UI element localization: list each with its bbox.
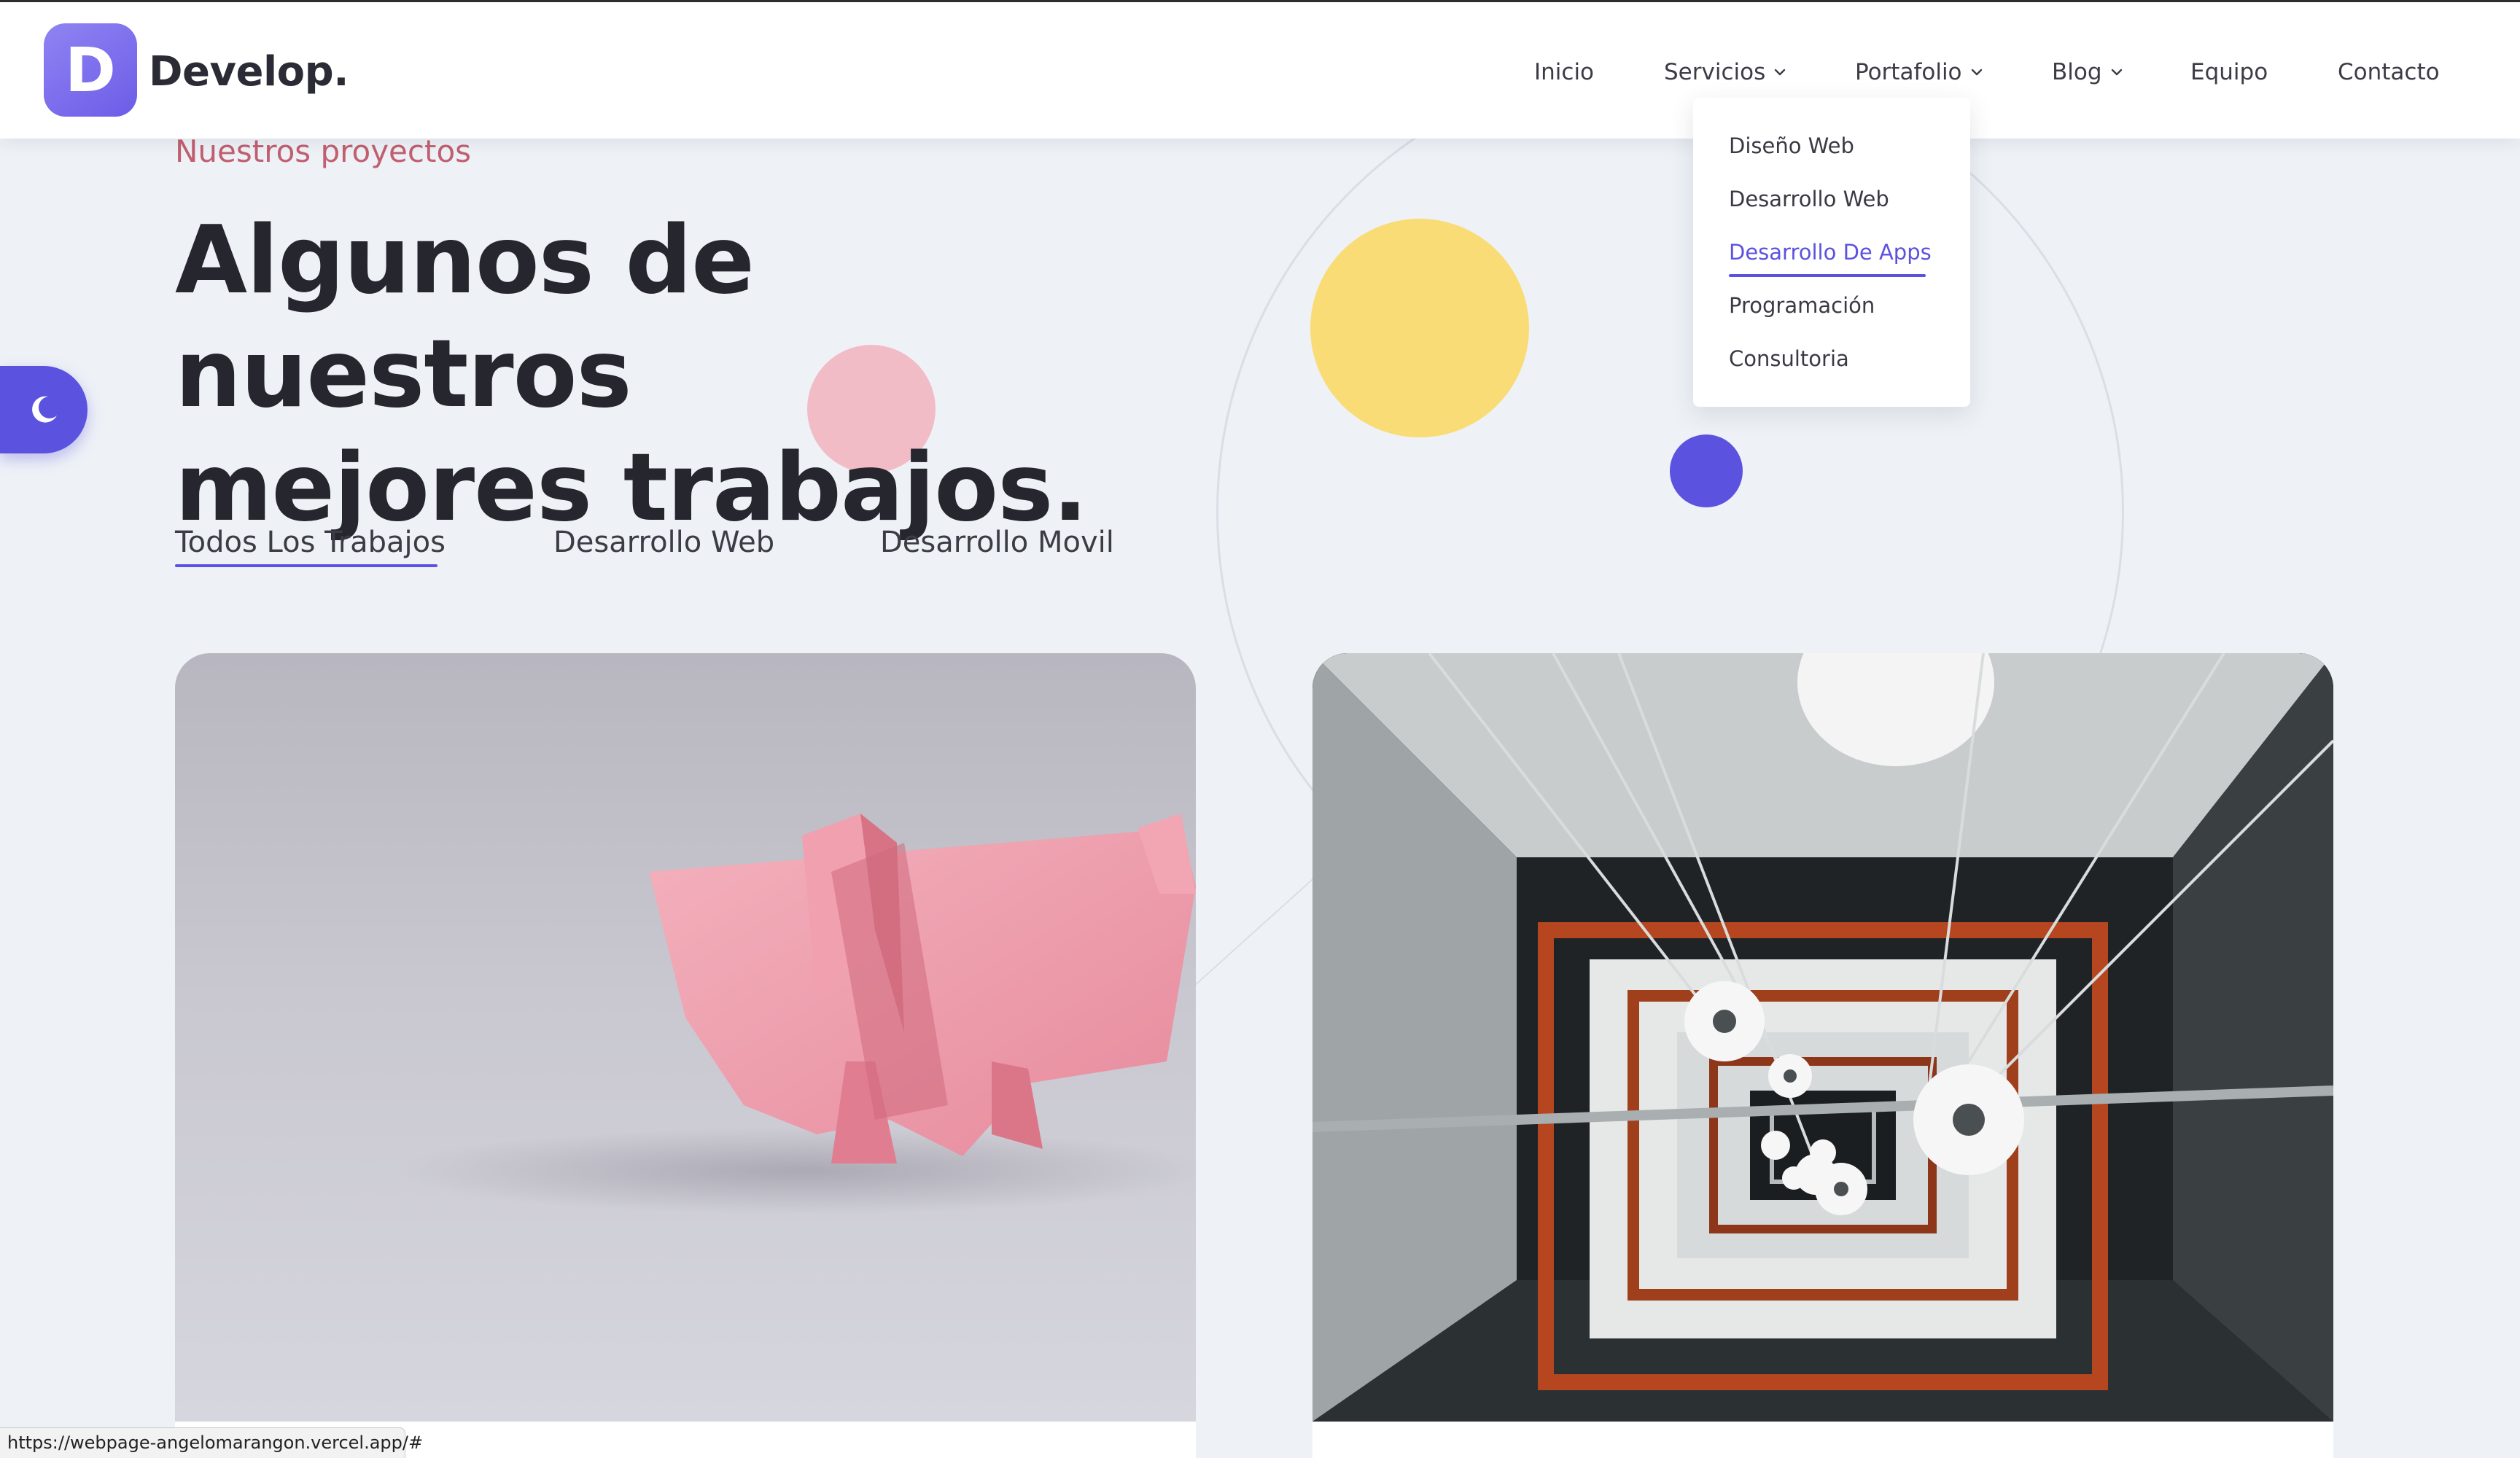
dropdown-item-desarrollo-de-apps[interactable]: Desarrollo De Apps bbox=[1729, 236, 1932, 268]
nav-label: Portafolio bbox=[1855, 59, 1962, 85]
dropdown-item-desarrollo-web[interactable]: Desarrollo Web bbox=[1729, 183, 1889, 215]
nav-label: Contacto bbox=[2338, 59, 2440, 85]
site-header: D Develop. Inicio Servicios Portafolio B… bbox=[0, 2, 2520, 139]
nav-label: Inicio bbox=[1534, 59, 1595, 85]
nav-label: Blog bbox=[2052, 59, 2102, 85]
project-card[interactable] bbox=[1312, 653, 2333, 1458]
filter-tab-desarrollo-web[interactable]: Desarrollo Web bbox=[553, 522, 774, 563]
filter-tab-desarrollo-movil[interactable]: Desarrollo Movil bbox=[880, 522, 1114, 563]
active-item-underline bbox=[1729, 274, 1926, 277]
nav-item-equipo[interactable]: Equipo bbox=[2190, 55, 2268, 90]
project-image-origami-pig bbox=[175, 653, 1196, 1422]
nav-item-blog[interactable]: Blog bbox=[2052, 55, 2124, 90]
nav-label: Equipo bbox=[2190, 59, 2268, 85]
decorative-blue-dot bbox=[1670, 434, 1743, 507]
project-card[interactable] bbox=[175, 653, 1196, 1458]
chevron-down-icon bbox=[1969, 65, 1984, 79]
theme-toggle-button[interactable] bbox=[0, 366, 88, 453]
dropdown-item-diseno-web[interactable]: Diseño Web bbox=[1729, 130, 1854, 162]
browser-status-url: https://webpage-angelomarangon.vercel.ap… bbox=[0, 1427, 423, 1458]
title-line-1: Algunos de nuestros bbox=[175, 206, 755, 429]
top-border bbox=[0, 0, 2520, 2]
nav-item-servicios[interactable]: Servicios bbox=[1664, 55, 1787, 90]
active-filter-underline bbox=[175, 564, 438, 567]
nav-item-contacto[interactable]: Contacto bbox=[2338, 55, 2440, 90]
moon-icon bbox=[26, 392, 61, 427]
filter-tab-todos[interactable]: Todos Los Trabajos bbox=[175, 522, 446, 563]
chevron-down-icon bbox=[2109, 65, 2124, 79]
nav-item-portafolio[interactable]: Portafolio bbox=[1855, 55, 1984, 90]
dropdown-item-programacion[interactable]: Programación bbox=[1729, 289, 1875, 321]
brand-name[interactable]: Develop. bbox=[149, 44, 349, 100]
nav-item-inicio[interactable]: Inicio bbox=[1534, 55, 1594, 90]
nav-label: Servicios bbox=[1664, 59, 1766, 85]
dropdown-item-consultoria[interactable]: Consultoria bbox=[1729, 343, 1849, 375]
services-dropdown-menu: Diseño Web Desarrollo Web Desarrollo De … bbox=[1693, 98, 1970, 407]
project-image-stairwell bbox=[1312, 653, 2333, 1422]
decorative-yellow-circle bbox=[1310, 219, 1529, 437]
chevron-down-icon bbox=[1773, 65, 1787, 79]
section-title: Algunos de nuestros mejores trabajos. bbox=[175, 204, 1196, 545]
logo-badge[interactable]: D bbox=[44, 23, 137, 117]
